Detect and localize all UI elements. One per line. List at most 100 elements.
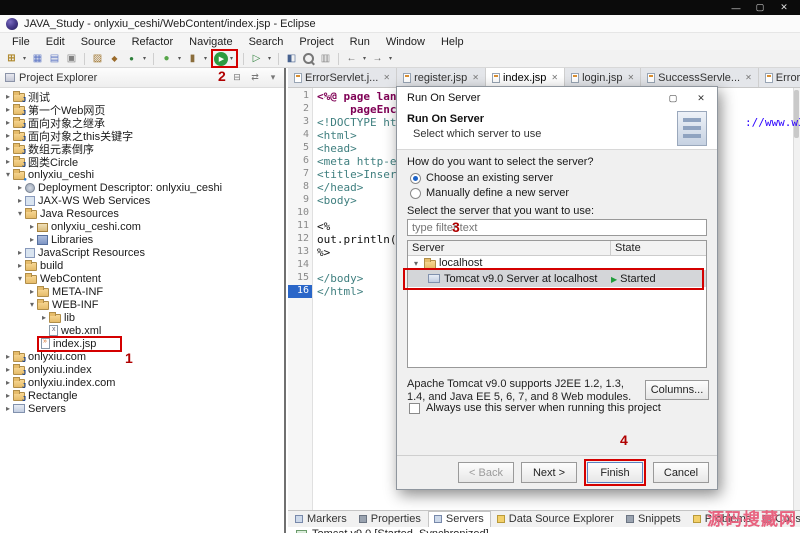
close-tab-icon[interactable] [627,73,634,82]
new-package-icon[interactable] [107,51,122,66]
coverage-dropdown-icon[interactable] [202,51,209,66]
tab-register-jsp[interactable]: register.jsp [397,68,486,87]
tree-item-onlyxiu-ceshi[interactable]: onlyxiu_ceshi [0,168,284,183]
menu-window[interactable]: Window [378,35,433,49]
tab-login-jsp[interactable]: login.jsp [565,68,642,87]
coverage-icon[interactable] [185,51,200,66]
cancel-button[interactable]: Cancel [653,462,709,483]
expand-arrow-icon[interactable] [3,391,13,400]
new-wizard-icon[interactable] [4,51,19,66]
view-menu-icon[interactable] [267,72,279,83]
tree-item-circle[interactable]: 圆类Circle [0,155,284,169]
collapse-arrow-icon[interactable] [3,170,13,179]
print-icon[interactable] [64,51,79,66]
tree-item-jaxws[interactable]: JAX-WS Web Services [0,194,284,207]
expand-arrow-icon[interactable] [3,118,13,127]
tree-item-build[interactable]: build [0,259,284,272]
tree-item-onlyxiu-com[interactable]: onlyxiu.com [0,350,284,364]
radio-manually-define-server[interactable]: Manually define a new server [410,187,569,199]
tree-item-onlyxiu-index-com[interactable]: onlyxiu.index.com [0,376,284,390]
forward-history-icon[interactable] [370,51,385,66]
minimize-icon[interactable] [726,1,746,14]
tab-successservlet[interactable]: SuccessServle... [641,68,759,87]
new-class-dropdown-icon[interactable] [141,51,148,66]
tab-servers[interactable]: Servers [427,511,491,527]
mark-occurrences-icon[interactable] [318,51,333,66]
expand-arrow-icon[interactable] [27,235,37,244]
tree-item-lib[interactable]: lib [0,311,284,324]
new-dropdown-icon[interactable] [21,51,28,66]
expand-arrow-icon[interactable] [3,352,13,361]
external-tools-icon[interactable] [249,51,264,66]
link-with-editor-icon[interactable] [249,72,261,83]
expand-arrow-icon[interactable] [3,404,13,413]
tree-item-web-inf[interactable]: WEB-INF [0,298,284,311]
search-icon[interactable] [301,51,316,66]
scrollbar-thumb[interactable] [794,90,799,138]
tree-item-deployment-descriptor[interactable]: Deployment Descriptor: onlyxiu_ceshi [0,181,284,194]
collapse-arrow-icon[interactable] [27,300,37,309]
radio-unselected-icon[interactable] [410,187,421,199]
tab-snippets[interactable]: Snippets [621,512,687,527]
tab-data-source-explorer[interactable]: Data Source Explorer [492,512,620,527]
expand-arrow-icon[interactable] [3,144,13,153]
collapse-arrow-icon[interactable] [411,259,421,268]
expand-arrow-icon[interactable] [15,261,25,270]
java-ee-icon[interactable] [284,51,299,66]
dialog-title-bar[interactable]: Run On Server [397,87,717,109]
external-tools-dropdown-icon[interactable] [266,51,273,66]
menu-help[interactable]: Help [433,35,472,49]
always-use-server-checkbox[interactable]: Always use this server when running this… [409,402,661,414]
server-group-localhost[interactable]: localhost [408,256,706,270]
close-icon[interactable] [774,1,794,14]
expand-arrow-icon[interactable] [27,287,37,296]
close-tab-icon[interactable] [551,73,558,82]
expand-arrow-icon[interactable] [15,248,25,257]
maximize-icon[interactable] [750,1,770,14]
expand-arrow-icon[interactable] [3,92,13,101]
expand-arrow-icon[interactable] [3,157,13,166]
expand-arrow-icon[interactable] [3,365,13,374]
expand-arrow-icon[interactable] [3,105,13,114]
close-tab-icon[interactable] [745,73,752,82]
expand-arrow-icon[interactable] [39,313,49,322]
next-button[interactable]: Next > [521,462,577,483]
columns-button[interactable]: Columns... [645,380,709,400]
back-history-icon[interactable] [344,51,359,66]
finish-button[interactable]: Finish [587,462,643,483]
tree-item-rectangle[interactable]: Rectangle [0,389,284,403]
tab-properties[interactable]: Properties [354,512,427,527]
tree-item-libraries[interactable]: Libraries [0,233,284,246]
debug-dropdown-icon[interactable] [176,51,183,66]
menu-source[interactable]: Source [73,35,124,49]
collapse-arrow-icon[interactable] [15,209,25,218]
menu-edit[interactable]: Edit [38,35,73,49]
save-icon[interactable] [30,51,45,66]
tab-markers[interactable]: Markers [290,512,353,527]
back-history-dropdown-icon[interactable] [361,51,368,66]
collapse-arrow-icon[interactable] [15,274,25,283]
tab-index-jsp[interactable]: index.jsp [485,68,566,87]
forward-history-dropdown-icon[interactable] [387,51,394,66]
expand-arrow-icon[interactable] [27,222,37,231]
run-dropdown-icon[interactable] [228,51,235,66]
tree-item-java-resources[interactable]: Java Resources [0,207,284,220]
checkbox-icon[interactable] [409,402,420,414]
collapse-all-icon[interactable] [231,72,243,83]
menu-file[interactable]: File [4,35,38,49]
save-all-icon[interactable] [47,51,62,66]
expand-arrow-icon[interactable] [15,196,25,205]
menu-run[interactable]: Run [342,35,378,49]
dialog-maximize-icon[interactable] [667,93,679,104]
tree-item-servers[interactable]: Servers [0,402,284,415]
dialog-close-icon[interactable] [695,93,707,104]
debug-icon[interactable] [159,51,174,66]
close-tab-icon[interactable] [472,73,479,82]
new-java-project-icon[interactable] [90,51,105,66]
tree-item-package[interactable]: onlyxiu_ceshi.com [0,220,284,233]
server-row-tomcat[interactable]: Tomcat v9.0 Server at localhost Started [403,268,706,290]
column-state[interactable]: State [611,241,706,255]
run-icon[interactable] [214,51,228,66]
column-server[interactable]: Server [408,241,611,255]
menu-refactor[interactable]: Refactor [124,35,182,49]
